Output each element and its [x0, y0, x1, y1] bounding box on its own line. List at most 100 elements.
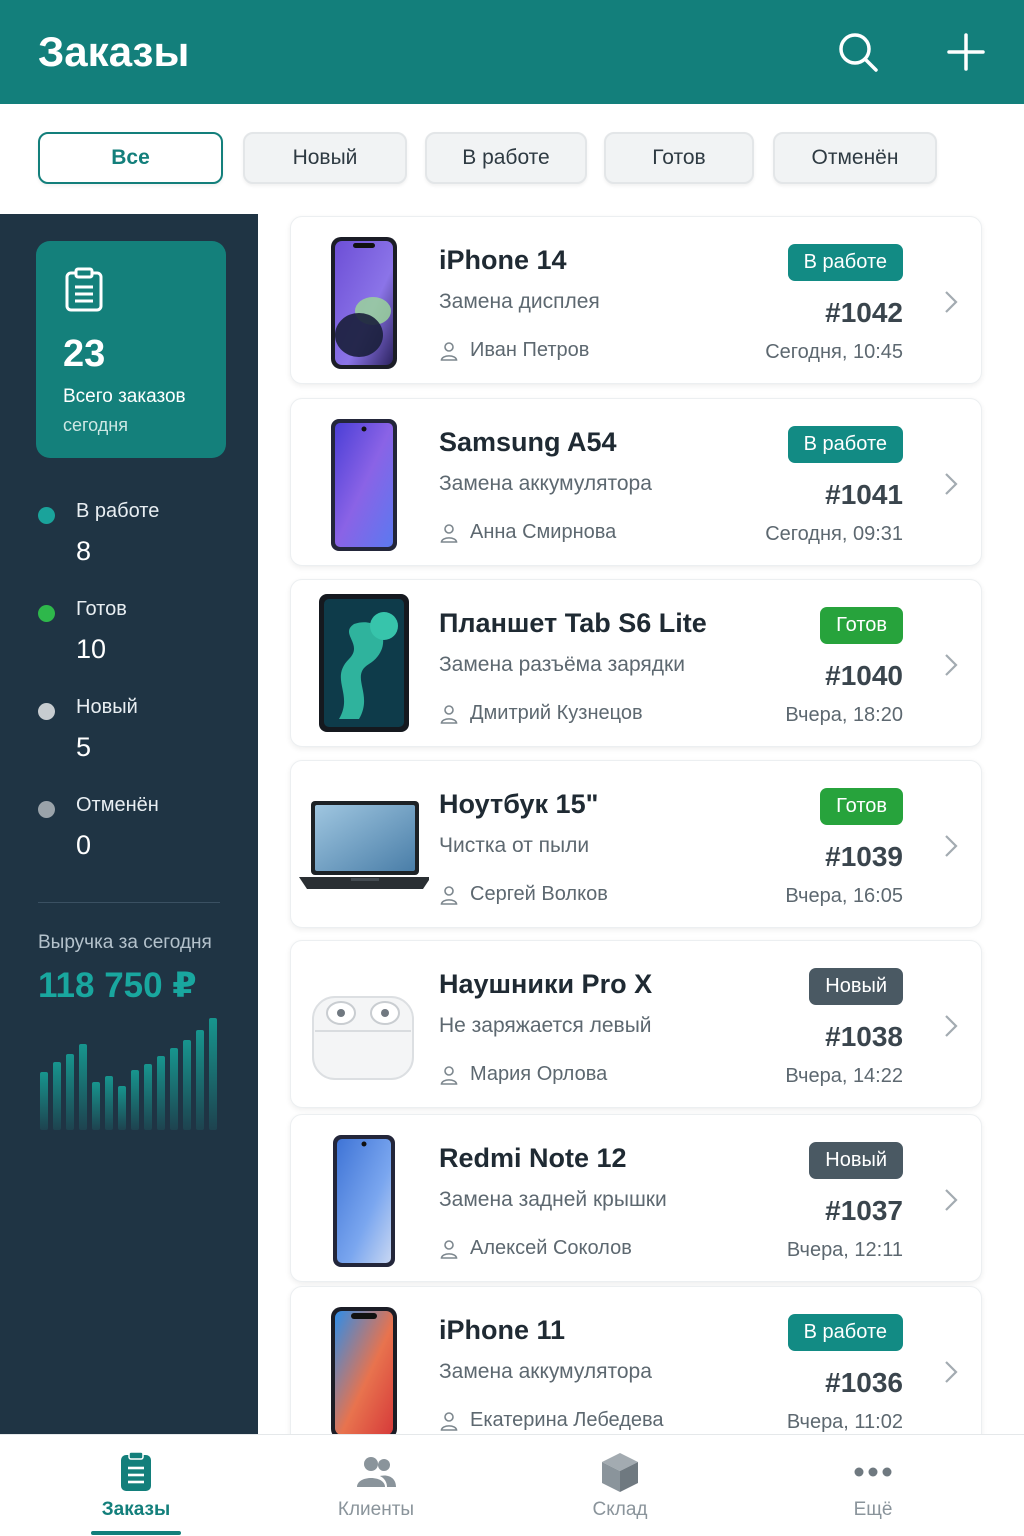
order-number: #1036	[825, 1367, 903, 1398]
total-orders-sublabel: сегодня	[63, 415, 128, 435]
stats-sidebar: 23 Всего заказов сегодня В работе 8 Гото…	[0, 214, 258, 1434]
order-card[interactable]: Наушники Pro X Не заряжается левый Мария…	[290, 940, 982, 1108]
order-card[interactable]: Ноутбук 15" Чистка от пыли Сергей Волков…	[290, 760, 982, 928]
service-description: Замена разъёма зарядки	[439, 653, 685, 676]
customer-name: Екатерина Лебедева	[470, 1409, 664, 1431]
filter-new[interactable]: Новый	[243, 132, 407, 184]
status-badge: В работе	[787, 426, 903, 463]
status-dot	[38, 605, 55, 622]
revenue-label: Выручка за сегодня	[38, 932, 212, 953]
service-description: Замена задней крышки	[439, 1188, 667, 1211]
order-card[interactable]: Планшет Tab S6 Lite Замена разъёма заряд…	[290, 579, 982, 747]
order-number: #1042	[825, 297, 903, 328]
sidebar-divider	[38, 902, 220, 903]
orders-list: iPhone 14 Замена дисплея Иван Петров В р…	[258, 214, 1024, 1434]
order-card[interactable]: iPhone 11 Замена аккумулятора Екатерина …	[290, 1286, 982, 1434]
customer: Сергей Волков	[439, 883, 608, 906]
service-description: Чистка от пыли	[439, 834, 590, 857]
chevron-right-icon	[945, 291, 958, 313]
chevron-right-icon	[945, 1015, 958, 1037]
order-number: #1039	[825, 841, 903, 872]
customer-name: Иван Петров	[470, 339, 590, 361]
order-time: Вчера, 14:22	[785, 1065, 903, 1087]
order-card[interactable]: Samsung A54 Замена аккумулятора Анна Сми…	[290, 398, 982, 566]
total-orders-value: 23	[63, 333, 106, 375]
order-number: #1041	[825, 479, 903, 510]
order-time: Вчера, 18:20	[785, 704, 903, 726]
person-icon	[440, 1239, 458, 1259]
chevron-right-icon	[945, 654, 958, 676]
chevron-right-icon	[945, 835, 958, 857]
person-icon	[440, 704, 458, 724]
add-order-button[interactable]	[940, 26, 992, 78]
stat-cancelled: Отменён 0	[38, 794, 238, 874]
order-card[interactable]: Redmi Note 12 Замена задней крышки Алекс…	[290, 1114, 982, 1282]
box-icon	[602, 1453, 638, 1492]
order-number: #1038	[825, 1021, 903, 1052]
laptop-image	[299, 801, 429, 889]
stat-label: Готов	[76, 598, 127, 620]
status-badge: В работе	[787, 244, 903, 281]
active-indicator	[91, 1531, 181, 1535]
stat-value: 8	[76, 536, 92, 566]
stat-label: Новый	[76, 696, 138, 718]
revenue-sparkline	[40, 1018, 217, 1130]
stat-value: 5	[76, 732, 92, 762]
clipboard-icon	[65, 267, 103, 312]
chevron-right-icon	[945, 1361, 958, 1383]
filter-in-progress[interactable]: В работе	[425, 132, 587, 184]
stat-new: Новый 5	[38, 696, 238, 776]
filter-ready[interactable]: Готов	[604, 132, 754, 184]
status-filter-bar: Все Новый В работе Готов Отменён	[0, 104, 1024, 214]
customer-name: Дмитрий Кузнецов	[470, 702, 643, 724]
order-number: #1037	[825, 1195, 903, 1226]
revenue-value: 118 750 ₽	[38, 966, 197, 1005]
total-orders-card: 23 Всего заказов сегодня	[36, 241, 226, 458]
device-name: Планшет Tab S6 Lite	[439, 608, 707, 638]
order-card[interactable]: iPhone 14 Замена дисплея Иван Петров В р…	[290, 216, 982, 384]
chevron-right-icon	[945, 473, 958, 495]
service-description: Замена аккумулятора	[439, 472, 652, 495]
search-button[interactable]	[832, 26, 884, 78]
search-icon	[839, 33, 878, 72]
customer: Екатерина Лебедева	[439, 1409, 664, 1432]
nav-more[interactable]: Ещё	[773, 1435, 973, 1536]
order-time: Вчера, 16:05	[785, 885, 903, 907]
stat-label: В работе	[76, 500, 160, 522]
service-description: Не заряжается левый	[439, 1014, 652, 1037]
stat-in-progress: В работе 8	[38, 500, 238, 580]
clipboard-icon	[121, 1451, 151, 1491]
phone-image	[333, 1135, 395, 1267]
status-badge: Новый	[809, 968, 903, 1005]
device-name: iPhone 14	[439, 245, 567, 275]
customer-name: Сергей Волков	[470, 883, 608, 905]
customer: Мария Орлова	[439, 1063, 607, 1086]
service-description: Замена дисплея	[439, 290, 600, 313]
tablet-image	[319, 594, 409, 732]
order-time: Вчера, 12:11	[786, 1239, 903, 1261]
person-icon	[440, 885, 458, 905]
stat-ready: Готов 10	[38, 598, 238, 678]
device-name: Ноутбук 15"	[439, 789, 599, 819]
status-badge: Новый	[809, 1142, 903, 1179]
nav-label: Склад	[592, 1499, 648, 1520]
status-badge: В работе	[787, 1314, 903, 1351]
status-dot	[38, 801, 55, 818]
stat-value: 0	[76, 830, 92, 860]
device-name: Наушники Pro X	[439, 969, 653, 999]
customer: Алексей Соколов	[439, 1237, 632, 1260]
device-name: Redmi Note 12	[439, 1143, 627, 1173]
order-time: Сегодня, 10:45	[765, 341, 903, 363]
order-time: Сегодня, 09:31	[765, 523, 903, 545]
customer: Иван Петров	[439, 339, 589, 362]
nav-clients[interactable]: Клиенты	[276, 1435, 476, 1536]
filter-cancelled[interactable]: Отменён	[773, 132, 937, 184]
chevron-right-icon	[945, 1189, 958, 1211]
nav-orders[interactable]: Заказы	[36, 1435, 236, 1536]
nav-warehouse[interactable]: Склад	[520, 1435, 720, 1536]
filter-all[interactable]: Все	[38, 132, 223, 184]
phone-image	[331, 419, 397, 551]
phone-image	[331, 1307, 397, 1434]
plus-icon	[947, 33, 985, 71]
customer-name: Мария Орлова	[470, 1063, 608, 1085]
